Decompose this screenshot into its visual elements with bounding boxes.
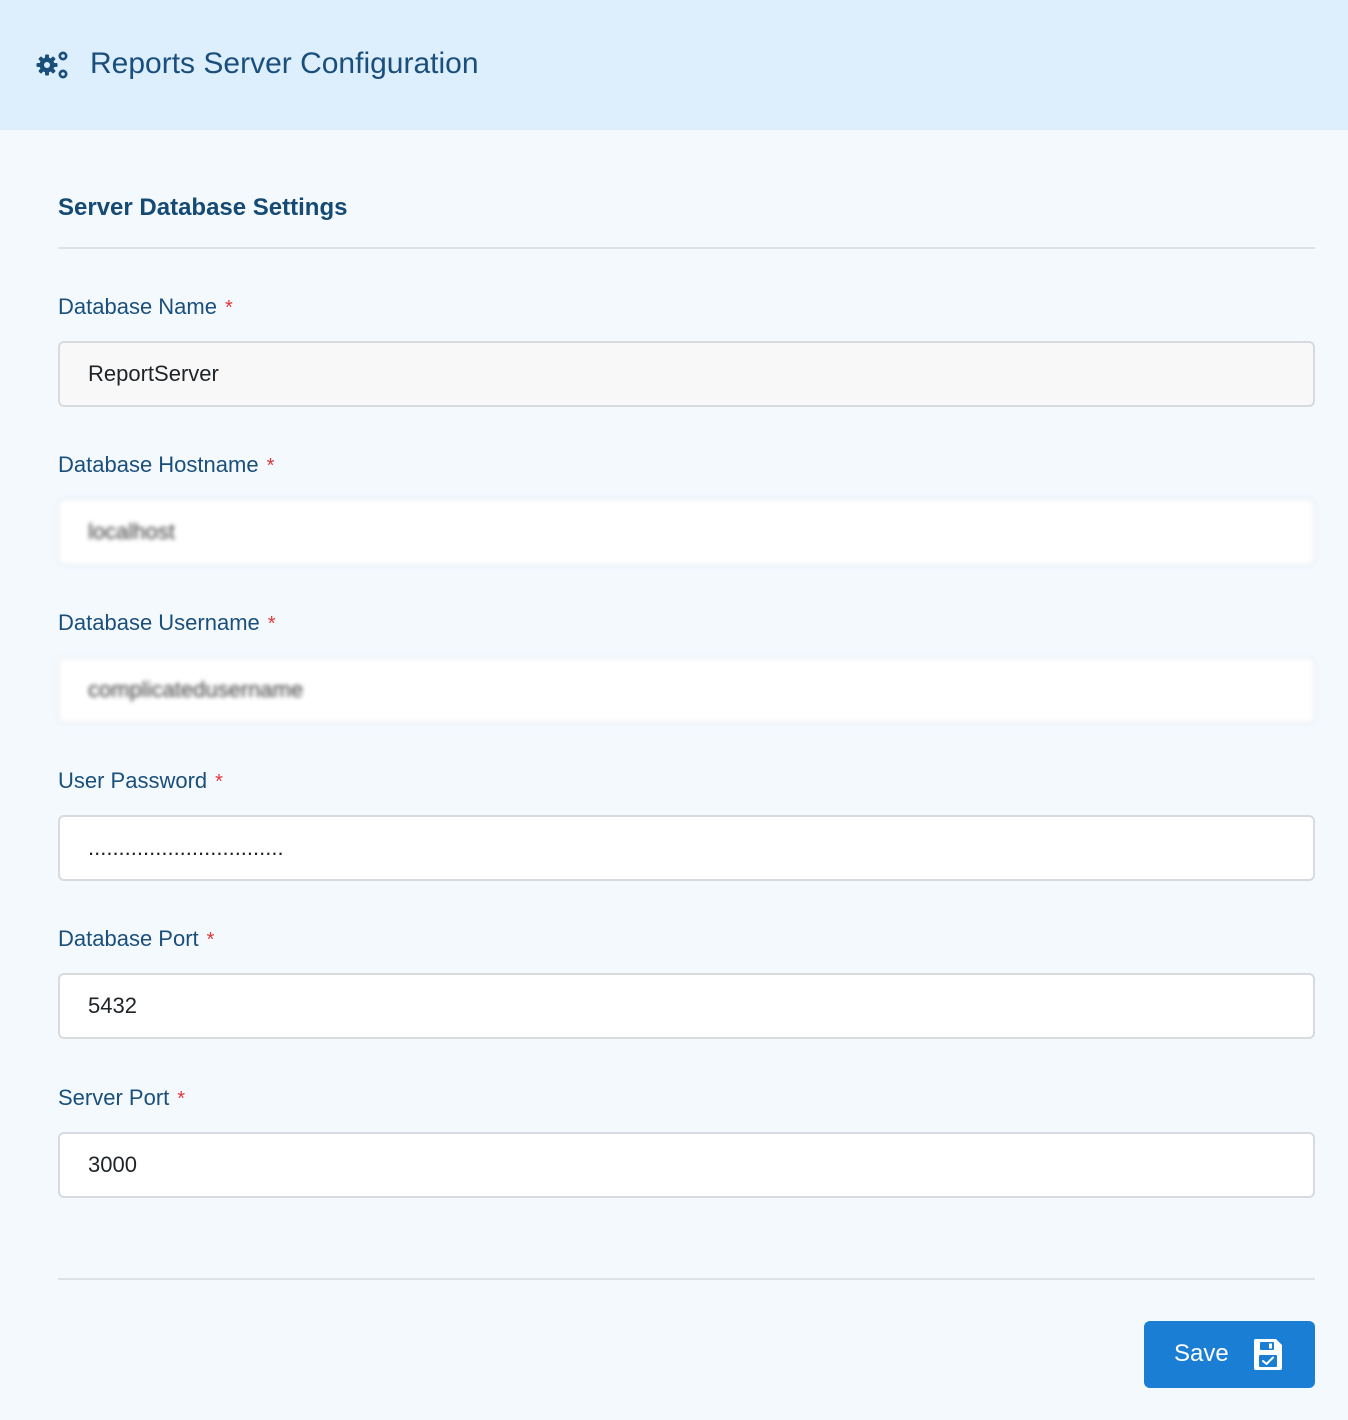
database-name-label: Database Name * bbox=[58, 292, 233, 323]
database-port-label: Database Port * bbox=[58, 924, 214, 955]
required-marker: * bbox=[266, 455, 275, 477]
section-title: Server Database Settings bbox=[58, 194, 348, 221]
gears-icon bbox=[36, 51, 68, 79]
required-marker: * bbox=[224, 297, 233, 319]
database-username-input[interactable] bbox=[58, 657, 1315, 723]
page-title: Reports Server Configuration bbox=[90, 47, 479, 80]
server-port-label-text: Server Port bbox=[58, 1085, 170, 1110]
user-password-label: User Password * bbox=[58, 766, 223, 797]
server-port-label: Server Port * bbox=[58, 1083, 185, 1114]
section-divider bbox=[58, 247, 1315, 249]
database-name-label-text: Database Name bbox=[58, 294, 217, 319]
database-port-input[interactable] bbox=[58, 973, 1315, 1039]
database-name-input[interactable] bbox=[58, 341, 1315, 407]
database-hostname-input[interactable] bbox=[58, 499, 1315, 565]
required-marker: * bbox=[177, 1088, 186, 1110]
required-marker: * bbox=[267, 613, 276, 635]
user-password-input[interactable] bbox=[58, 815, 1315, 881]
database-hostname-label-text: Database Hostname bbox=[58, 452, 259, 477]
server-port-input[interactable] bbox=[58, 1132, 1315, 1198]
database-username-label-text: Database Username bbox=[58, 610, 260, 635]
save-button[interactable]: Save bbox=[1144, 1321, 1315, 1388]
footer-divider bbox=[58, 1278, 1315, 1280]
database-hostname-label: Database Hostname * bbox=[58, 450, 274, 481]
database-username-label: Database Username * bbox=[58, 608, 276, 639]
database-port-label-text: Database Port bbox=[58, 926, 199, 951]
required-marker: * bbox=[206, 929, 215, 951]
user-password-label-text: User Password bbox=[58, 768, 208, 793]
save-button-label: Save bbox=[1174, 1340, 1229, 1367]
required-marker: * bbox=[215, 771, 223, 793]
page-header: Reports Server Configuration bbox=[0, 0, 1348, 130]
floppy-disk-icon bbox=[1253, 1339, 1282, 1370]
